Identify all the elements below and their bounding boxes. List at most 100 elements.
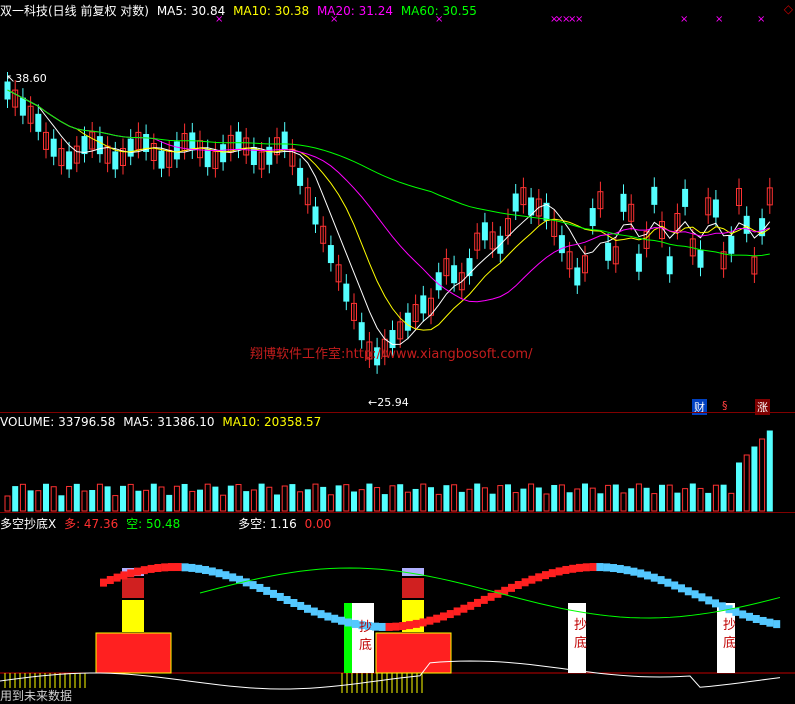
volume-bar: [551, 484, 558, 512]
trend-block: [174, 563, 182, 572]
chart-title: 双一科技(日线 前复权 对数): [0, 4, 149, 18]
price-chart-panel[interactable]: × × × × × × × × × × × 双一科技(日线 前复权 对数) MA5: 30.84 M…: [0, 0, 795, 415]
trend-block: [773, 620, 781, 629]
volume-bar: [366, 483, 373, 512]
trend-block: [508, 583, 515, 592]
volume-bar: [27, 490, 34, 512]
zero-label: 0.00: [304, 517, 332, 531]
volume-bar: [766, 430, 773, 512]
candle-body: [666, 256, 673, 275]
volume-bar: [759, 438, 766, 512]
trend-block: [576, 563, 583, 572]
trend-block: [215, 569, 223, 578]
candle-body: [620, 193, 627, 212]
kong-label: 空: 50.48: [126, 517, 181, 531]
candle-body: [605, 242, 612, 261]
volume-bar: [697, 487, 704, 512]
trend-block: [712, 599, 719, 608]
trend-block: [650, 573, 658, 582]
volume-bar: [466, 488, 473, 512]
trend-block: [202, 566, 209, 575]
volume-bar: [4, 495, 11, 512]
trend-block: [161, 563, 169, 572]
candle-body: [435, 272, 442, 291]
ma-line: [7, 89, 771, 345]
signal-box: [375, 632, 452, 674]
trend-block: [147, 564, 155, 573]
candle-body: [312, 206, 319, 225]
volume-chart-panel[interactable]: VOLUME: 33796.58 MA5: 31386.10 MA10: 203…: [0, 412, 795, 513]
volume-bar: [220, 494, 227, 512]
volume-bar: [612, 484, 619, 512]
ma5-label: MA5: 30.84: [156, 4, 226, 18]
trend-block: [752, 615, 760, 624]
trend-block: [671, 581, 679, 590]
trend-block: [113, 573, 121, 582]
volume-bar: [81, 490, 88, 512]
indicator-panel[interactable]: 多空抄底X 多: 47.36 空: 50.48 多空: 1.16 0.00 抄底…: [0, 512, 795, 704]
candle-body: [35, 113, 42, 132]
trend-block: [338, 616, 345, 625]
volume-bar: [204, 483, 211, 512]
diamond-icon[interactable]: ◇: [784, 2, 793, 16]
trend-block: [766, 618, 774, 627]
trend-block: [412, 619, 420, 628]
trend-block: [290, 599, 298, 608]
low-price-label: 25.94: [377, 396, 409, 409]
candle-body: [512, 193, 519, 212]
ma10-label: MA10: 30.38: [233, 4, 310, 18]
candle-body: [420, 295, 427, 314]
trend-block: [181, 563, 189, 572]
trend-block: [596, 563, 604, 572]
volume-bar: [258, 483, 265, 512]
section-badge[interactable]: §: [720, 399, 730, 412]
volume-bar: [728, 492, 735, 512]
volume-ma5-label: MA5: 31386.10: [123, 415, 215, 429]
volume-bar: [620, 492, 627, 512]
candle-body: [220, 144, 227, 163]
trend-block: [705, 596, 713, 605]
trend-block: [732, 607, 740, 616]
trend-block: [514, 581, 522, 590]
candle-body: [343, 283, 350, 302]
duokong-label: 多空: 1.16: [238, 517, 297, 531]
volume-bar: [212, 486, 219, 512]
trend-block: [474, 598, 481, 607]
green-bar: [344, 603, 352, 673]
candle-body: [235, 131, 242, 150]
trend-block: [644, 571, 651, 580]
volume-bar: [358, 489, 365, 512]
volume-bar: [720, 484, 727, 512]
ma60-label: MA60: 30.55: [400, 4, 477, 18]
trend-block: [304, 604, 311, 613]
volume-bar: [351, 491, 357, 512]
trend-block: [691, 590, 699, 599]
volume-bar: [458, 491, 465, 512]
volume-bar: [389, 485, 396, 512]
volume-bar: [58, 495, 65, 512]
trend-block: [569, 564, 577, 573]
volume-bar: [505, 484, 511, 512]
trend-block: [630, 567, 638, 576]
trend-block: [399, 622, 407, 631]
trend-block: [610, 564, 617, 573]
volume-bar: [712, 484, 719, 512]
volume-bar: [435, 493, 442, 512]
price-legend: 双一科技(日线 前复权 对数) MA5: 30.84 MA10: 30.38 M…: [0, 2, 481, 19]
trend-block: [467, 601, 475, 610]
chaodi-text-3: 抄底: [723, 618, 737, 651]
trend-block: [460, 604, 468, 613]
trend-block: [637, 569, 645, 578]
candle-body: [358, 322, 365, 341]
trend-block: [378, 622, 386, 631]
trend-block: [222, 571, 230, 580]
volume-bar: [628, 488, 635, 512]
volume-bar: [327, 494, 334, 512]
trend-block: [718, 602, 726, 611]
volume-bar: [189, 490, 196, 512]
volume-bar: [12, 486, 19, 512]
signal-marker: ×: [575, 14, 583, 25]
volume-bar: [635, 483, 642, 512]
volume-bar: [666, 484, 673, 512]
volume-bar: [50, 486, 57, 512]
